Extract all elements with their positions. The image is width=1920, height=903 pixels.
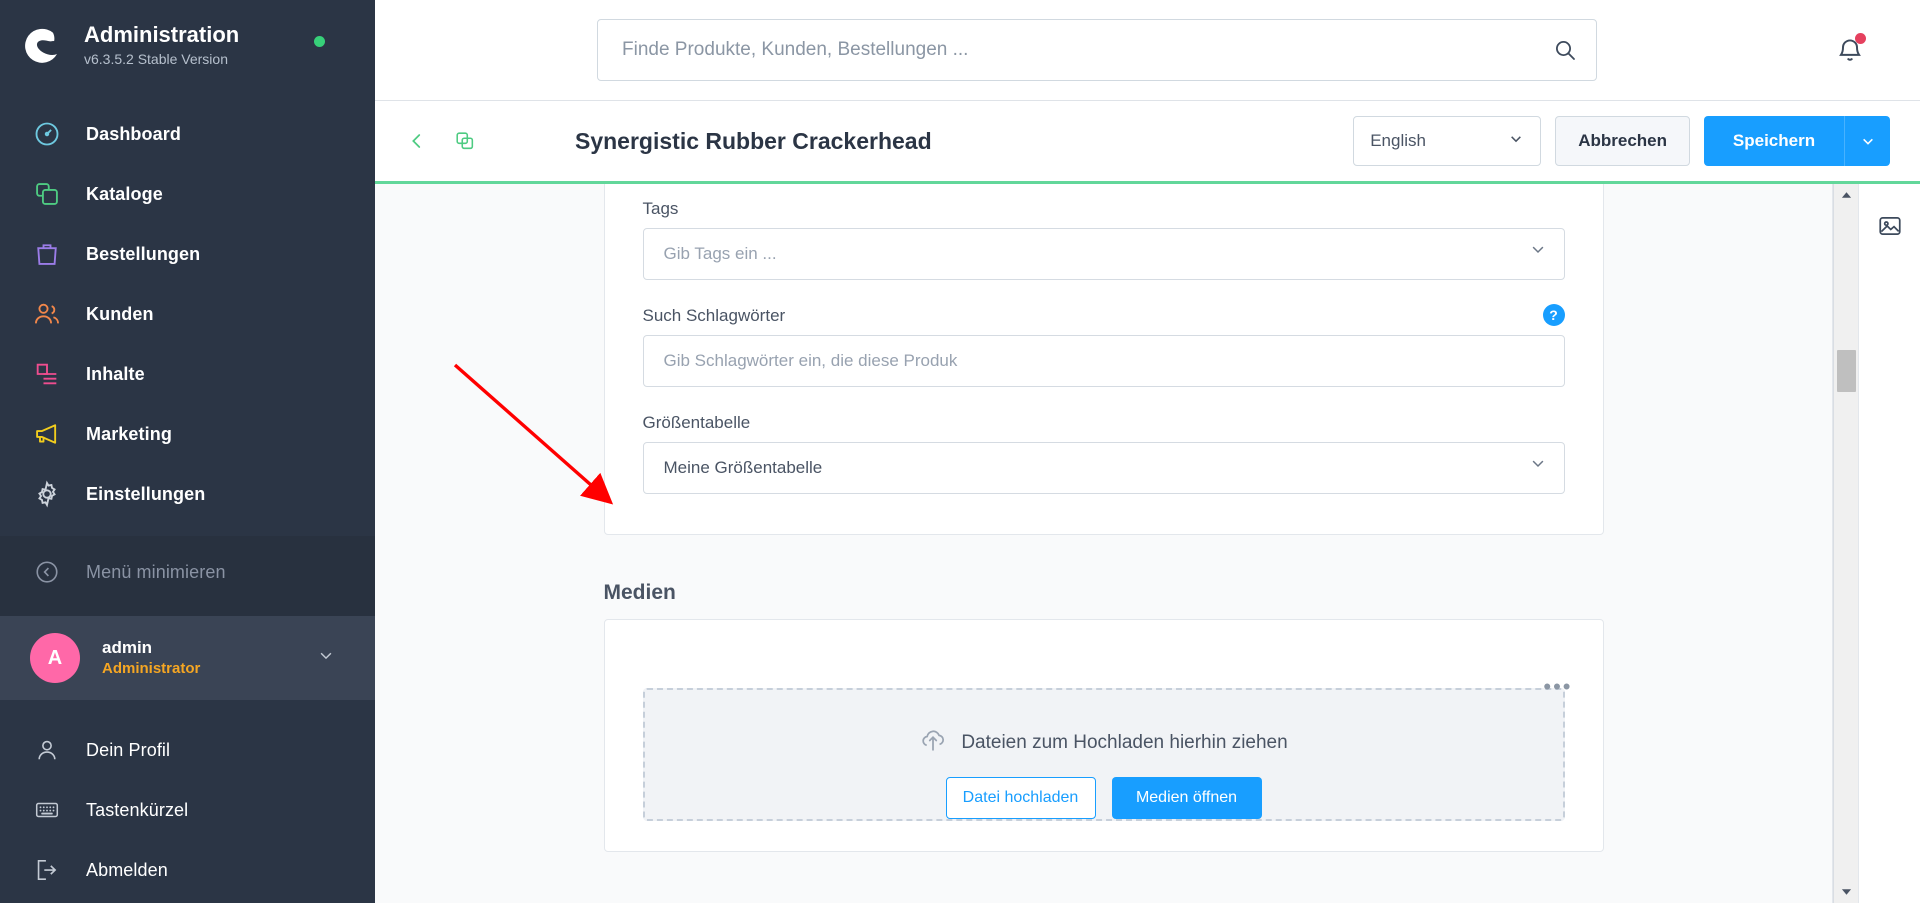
chevron-down-icon[interactable]: [1529, 454, 1547, 477]
search-input[interactable]: [598, 39, 1534, 61]
megaphone-icon: [30, 417, 64, 451]
topbar: [375, 0, 1920, 101]
image-icon[interactable]: [1870, 206, 1910, 246]
triangle-down-icon[interactable]: [1834, 881, 1859, 903]
search-keywords-label: Such Schlagwörter: [642, 306, 786, 325]
sidebar-item-bestellungen[interactable]: Bestellungen: [0, 224, 375, 284]
sidebar-item-label: Einstellungen: [86, 483, 206, 504]
user-name: admin: [102, 637, 153, 657]
vertical-scrollbar[interactable]: [1833, 184, 1858, 903]
keyboard-icon: [30, 793, 64, 827]
save-button[interactable]: Speichern: [1704, 116, 1844, 166]
sidebar-item-label: Tastenkürzel: [86, 799, 189, 820]
right-rail: [1858, 184, 1920, 903]
sidebar-item-abmelden[interactable]: Abmelden: [0, 840, 375, 900]
sidebar-item-label: Bestellungen: [86, 243, 201, 264]
avatar: A: [30, 633, 80, 683]
brand-header: Administration v6.3.5.2 Stable Version: [0, 0, 375, 90]
size-table-label: Größentabelle: [642, 413, 751, 432]
sidebar-item-dashboard[interactable]: Dashboard: [0, 104, 375, 164]
media-section-title: Medien: [603, 581, 676, 604]
tags-label: Tags: [642, 199, 679, 218]
sidebar-item-label: Kataloge: [86, 183, 163, 204]
shopware-logo-icon: [22, 22, 68, 68]
upload-cloud-icon: [919, 726, 947, 759]
search-keywords-field: Such Schlagwörter ?: [642, 304, 1565, 387]
chevron-down-icon[interactable]: [317, 647, 335, 670]
back-button[interactable]: [397, 121, 437, 161]
search-keywords-input[interactable]: [642, 335, 1565, 387]
notification-badge: [1855, 33, 1866, 44]
dashboard-icon: [30, 117, 64, 151]
sidebar-nav-bottom: Dein Profil Tastenkürzel Abmelden: [0, 700, 375, 900]
media-card: ••• Dateien zum Hochladen hierhin ziehen: [603, 619, 1604, 852]
sidebar-item-profil[interactable]: Dein Profil: [0, 720, 375, 780]
save-button-group: Speichern: [1704, 116, 1890, 166]
size-table-select[interactable]: [642, 442, 1565, 494]
user-role: Administrator: [102, 659, 201, 677]
sidebar-item-einstellungen[interactable]: Einstellungen: [0, 464, 375, 524]
brand-version: v6.3.5.2 Stable Version: [84, 50, 228, 67]
content-area: Tags Such Schlagwörter ? Größentabelle: [375, 184, 1920, 903]
tags-input[interactable]: [642, 228, 1565, 280]
tags-field: Tags: [642, 199, 1565, 280]
page-title: Synergistic Rubber Crackerhead: [575, 127, 932, 154]
sidebar-item-marketing[interactable]: Marketing: [0, 404, 375, 464]
help-circle-icon[interactable]: ?: [1542, 304, 1565, 326]
sidebar-item-label: Abmelden: [86, 859, 168, 880]
sidebar-item-label: Kunden: [86, 303, 154, 324]
scroll-thumb[interactable]: [1837, 350, 1856, 392]
sidebar-item-inhalte[interactable]: Inhalte: [0, 344, 375, 404]
media-dropzone[interactable]: Dateien zum Hochladen hierhin ziehen Dat…: [642, 688, 1565, 821]
ellipsis-icon[interactable]: •••: [1543, 676, 1572, 698]
brand-title: Administration: [84, 22, 240, 48]
sidebar-item-kataloge[interactable]: Kataloge: [0, 164, 375, 224]
language-select[interactable]: English: [1353, 116, 1542, 166]
header-actions: English Abbrechen Speichern: [1353, 116, 1890, 166]
triangle-up-icon[interactable]: [1834, 184, 1859, 206]
sidebar-user-block[interactable]: A admin Administrator: [0, 616, 375, 700]
status-dot: [314, 36, 325, 47]
person-icon: [30, 733, 64, 767]
sidebar: Administration v6.3.5.2 Stable Version D…: [0, 0, 375, 903]
duplicate-icon[interactable]: [445, 121, 485, 161]
sidebar-item-label: Dashboard: [86, 123, 181, 144]
sidebar-item-minimize[interactable]: Menü minimieren: [0, 542, 375, 602]
save-options-button[interactable]: [1844, 116, 1890, 166]
catalog-icon: [30, 177, 64, 211]
sidebar-item-label: Dein Profil: [86, 739, 171, 760]
chevron-down-icon[interactable]: [1529, 240, 1547, 263]
form-scroll-region: Tags Such Schlagwörter ? Größentabelle: [375, 184, 1833, 903]
sidebar-nav-main: Dashboard Kataloge Bestellungen Kunden I…: [0, 90, 375, 616]
chevron-down-icon: [1508, 131, 1524, 152]
sidebar-minimize-section: Menü minimieren: [0, 536, 375, 616]
search-icon[interactable]: [1534, 20, 1596, 80]
sidebar-item-label: Marketing: [86, 423, 172, 444]
cancel-button[interactable]: Abbrechen: [1555, 116, 1690, 166]
page-header-toolbar: Synergistic Rubber Crackerhead English A…: [375, 101, 1920, 181]
sidebar-item-tastenkuerzel[interactable]: Tastenkürzel: [0, 780, 375, 840]
seo-settings-card: Tags Such Schlagwörter ? Größentabelle: [603, 184, 1604, 535]
sidebar-item-kunden[interactable]: Kunden: [0, 284, 375, 344]
bag-icon: [30, 237, 64, 271]
notifications-button[interactable]: [1828, 28, 1872, 72]
content-icon: [30, 357, 64, 391]
dropzone-buttons: Datei hochladen Medien öffnen: [945, 777, 1262, 819]
size-table-field: Größentabelle: [642, 413, 1565, 494]
open-media-button[interactable]: Medien öffnen: [1111, 777, 1262, 819]
users-icon: [30, 297, 64, 331]
global-search[interactable]: [597, 19, 1597, 81]
sidebar-item-label: Inhalte: [86, 363, 145, 384]
logout-icon: [30, 853, 64, 887]
gear-icon: [30, 477, 64, 511]
chevron-left-circle-icon: [30, 555, 64, 589]
upload-file-button[interactable]: Datei hochladen: [945, 777, 1096, 819]
dropzone-label: Dateien zum Hochladen hierhin ziehen: [961, 731, 1288, 753]
admin-app: Administration v6.3.5.2 Stable Version D…: [0, 0, 1920, 903]
main-panel: Synergistic Rubber Crackerhead English A…: [375, 0, 1920, 903]
sidebar-minimize-label: Menü minimieren: [86, 561, 226, 582]
language-value: English: [1370, 131, 1426, 150]
